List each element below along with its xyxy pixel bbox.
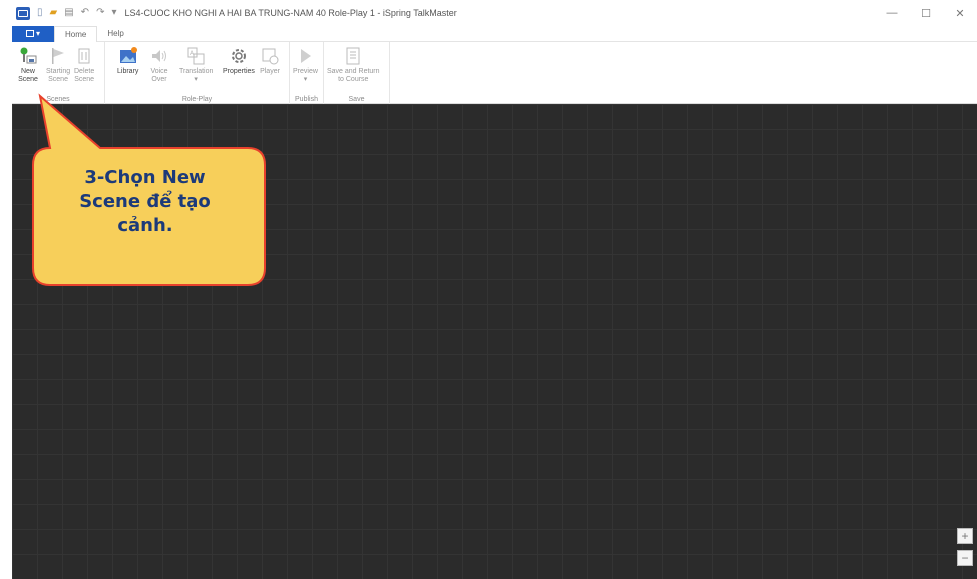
callout-shape (32, 93, 266, 286)
callout-text: 3-Chọn New Scene để tạo cảnh. (79, 167, 211, 236)
